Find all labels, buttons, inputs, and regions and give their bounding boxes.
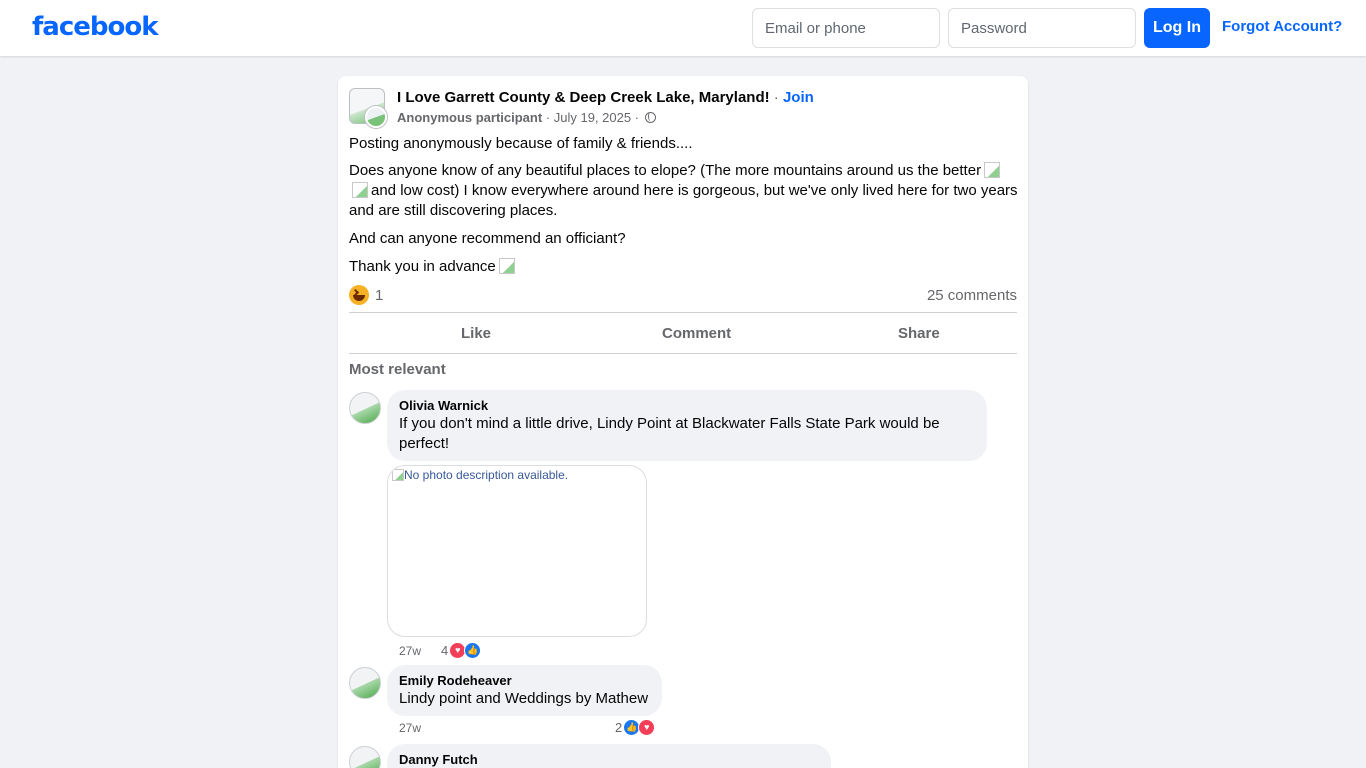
haha-reaction-icon xyxy=(349,285,369,305)
password-field[interactable] xyxy=(948,8,1136,48)
comment-reaction-count: 4 xyxy=(441,643,449,658)
group-avatar[interactable] xyxy=(349,88,387,128)
separator: · xyxy=(769,89,783,106)
comment-photo[interactable]: No photo description available. xyxy=(387,465,647,637)
email-field[interactable] xyxy=(752,8,940,48)
commenter-avatar[interactable] xyxy=(349,667,381,699)
globe-icon xyxy=(644,112,656,123)
comment-timestamp[interactable]: 27w xyxy=(399,644,421,658)
emoji-image-icon xyxy=(498,258,515,274)
comment-author[interactable]: Emily Rodeheaver xyxy=(399,673,650,689)
forgot-account-link[interactable]: Forgot Account? xyxy=(1222,18,1342,35)
comment-bubble: Olivia Warnick If you don't mind a littl… xyxy=(387,390,987,461)
post-date[interactable]: · July 19, 2025 · xyxy=(542,110,642,125)
comment-button[interactable]: Comment xyxy=(662,325,731,342)
post-author: Anonymous participant xyxy=(397,110,543,125)
comment-text: If you don't mind a little drive, Lindy … xyxy=(399,415,940,452)
commenter-avatar[interactable] xyxy=(349,392,381,424)
photo-alt-label: No photo description available. xyxy=(404,468,569,482)
comment-author[interactable]: Olivia Warnick xyxy=(399,398,975,414)
top-navigation-bar: facebook Log In Forgot Account? xyxy=(0,0,1366,56)
comment-author[interactable]: Danny Futch xyxy=(399,752,819,768)
like-button[interactable]: Like xyxy=(461,325,491,342)
post-paragraph-4-text: Thank you in advance xyxy=(349,258,496,275)
comment-count[interactable]: 25 comments xyxy=(927,287,1017,304)
photo-alt-text: No photo description available. xyxy=(392,468,568,482)
post-meta: Anonymous participant · July 19, 2025 · xyxy=(397,110,656,125)
post-header: I Love Garrett County & Deep Creek Lake,… xyxy=(397,89,814,106)
comment-bubble: Danny Futch xyxy=(387,744,831,768)
like-reaction-icon: 👍 xyxy=(464,642,482,659)
emoji-image-icon xyxy=(352,182,368,198)
join-group-link[interactable]: Join xyxy=(783,89,814,106)
reaction-summary[interactable]: 1 xyxy=(349,285,383,305)
comment-bubble: Emily Rodeheaver Lindy point and Wedding… xyxy=(387,665,662,716)
commenter-avatar[interactable] xyxy=(349,746,381,768)
comment-sort-dropdown[interactable]: Most relevant xyxy=(349,361,446,378)
comment-reactions[interactable]: 4 ♥ 👍 xyxy=(441,642,482,659)
post-paragraph-4: Thank you in advance xyxy=(349,257,1019,277)
love-reaction-icon: ♥ xyxy=(638,719,656,736)
post-paragraph-3: And can anyone recommend an officiant? xyxy=(349,230,626,247)
emoji-image-icon xyxy=(984,162,1001,178)
comment-reactions[interactable]: 2 👍 ♥ xyxy=(615,719,656,736)
comment-text: Lindy point and Weddings by Mathew xyxy=(399,690,649,707)
post-paragraph-2-part-1: Does anyone know of any beautiful places… xyxy=(349,162,982,179)
comment-reaction-count: 2 xyxy=(615,720,623,735)
post-paragraph-2-part-2: and low cost) I know everywhere around h… xyxy=(349,182,1018,219)
comment-timestamp[interactable]: 27w xyxy=(399,721,421,735)
share-button[interactable]: Share xyxy=(898,325,940,342)
group-name-link[interactable]: I Love Garrett County & Deep Creek Lake,… xyxy=(397,89,770,106)
reaction-count: 1 xyxy=(375,286,384,304)
broken-image-icon xyxy=(392,469,404,481)
facebook-logo[interactable]: facebook xyxy=(32,12,159,42)
divider xyxy=(349,312,1017,313)
divider xyxy=(349,353,1017,354)
login-button[interactable]: Log In xyxy=(1144,8,1210,48)
post-paragraph-1: Posting anonymously because of family & … xyxy=(349,135,693,152)
post-card: I Love Garrett County & Deep Creek Lake,… xyxy=(338,76,1028,768)
author-avatar xyxy=(365,106,387,128)
post-paragraph-2: Does anyone know of any beautiful places… xyxy=(349,161,1019,221)
